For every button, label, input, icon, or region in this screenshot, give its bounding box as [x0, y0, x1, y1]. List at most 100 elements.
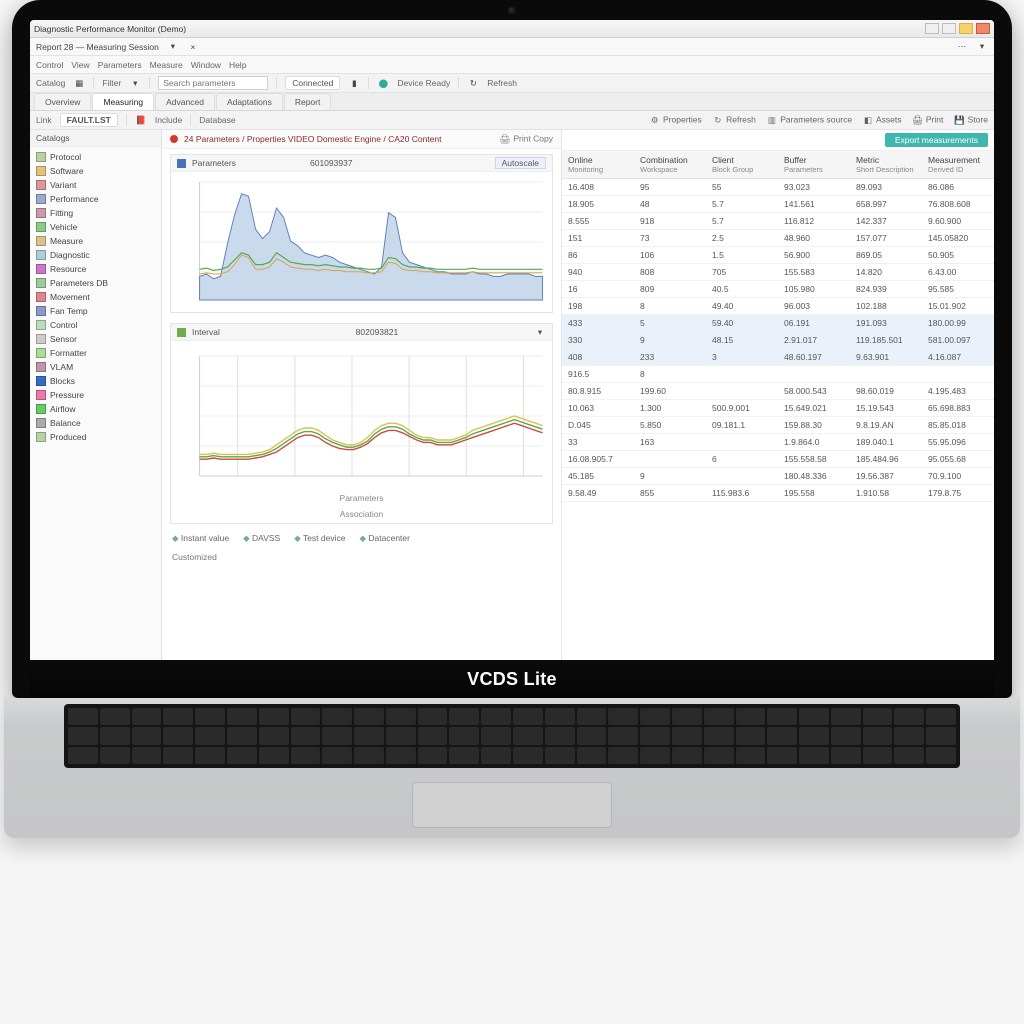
table-row[interactable]: 861061.556.900869.0550.905: [562, 247, 994, 264]
table-row[interactable]: 198849.4096.003102.18815.01.902: [562, 298, 994, 315]
sidebar-item[interactable]: Sensor: [32, 332, 159, 346]
center-footer: Customized: [162, 548, 561, 566]
docname[interactable]: FAULT.LST: [60, 113, 118, 127]
sidebar-item[interactable]: Pressure: [32, 388, 159, 402]
sidebar-item[interactable]: Variant: [32, 178, 159, 192]
sidebar-item[interactable]: Airflow: [32, 402, 159, 416]
tab-adaptations[interactable]: Adaptations: [216, 93, 283, 110]
menu-parameters[interactable]: Parameters: [98, 60, 142, 70]
sidebar-item[interactable]: Resource: [32, 262, 159, 276]
table-row[interactable]: 330948.152.91.017119.185.501581.00.097: [562, 332, 994, 349]
chevron-down-icon[interactable]: ▾: [976, 41, 988, 53]
table-row[interactable]: 9.58.49855115.983.6195.5581.910.58179.8.…: [562, 485, 994, 502]
datagrid-scroll[interactable]: OnlineMonitoringCombinationWorkspaceClie…: [562, 151, 994, 660]
table-row[interactable]: 1680940.5105.980824.93995.585: [562, 281, 994, 298]
tool-assets[interactable]: ◧ Assets: [862, 114, 901, 126]
table-row[interactable]: 16.08.905.76155.558.58185.484.9695.055.6…: [562, 451, 994, 468]
tool-store[interactable]: 💾 Store: [953, 114, 988, 126]
tab-report[interactable]: Report: [284, 93, 332, 110]
catalog-icon[interactable]: ▦: [73, 77, 85, 89]
window-help-button[interactable]: [959, 23, 973, 34]
sidebar-item[interactable]: Formatter: [32, 346, 159, 360]
table-cell: 65.698.883: [922, 400, 994, 417]
tool-print[interactable]: 🖨 Print: [911, 114, 943, 126]
table-row[interactable]: 940808705155.58314.8206.43.00: [562, 264, 994, 281]
column-header[interactable]: CombinationWorkspace: [634, 151, 706, 179]
menu-control[interactable]: Control: [36, 60, 63, 70]
table-cell: 3: [706, 349, 778, 366]
tool-properties[interactable]: ⚙ Properties: [649, 114, 702, 126]
close-icon[interactable]: ×: [187, 41, 199, 53]
tool-refresh[interactable]: ↻ Refresh: [712, 114, 756, 126]
panel-aux[interactable]: 🖨 Print Copy: [499, 133, 553, 145]
tab-overview[interactable]: Overview: [34, 93, 91, 110]
table-row[interactable]: 16.408955593.02389.09386.086: [562, 179, 994, 196]
sidebar-item[interactable]: Measure: [32, 234, 159, 248]
column-header[interactable]: ClientBlock Group: [706, 151, 778, 179]
book-icon[interactable]: 📕: [135, 114, 147, 126]
table-row[interactable]: 45.1859180.48.33619.56.38770.9.100: [562, 468, 994, 485]
window-titlebar[interactable]: Diagnostic Performance Monitor (Demo): [30, 20, 994, 38]
more-icon[interactable]: ⋯: [956, 41, 968, 53]
sidebar-item[interactable]: Fan Temp: [32, 304, 159, 318]
window-close-button[interactable]: [976, 23, 990, 34]
collapse-icon[interactable]: ▾: [534, 326, 546, 338]
column-header[interactable]: MeasurementDerived ID: [922, 151, 994, 179]
table-row[interactable]: 10.0631.300500.9.00115.649.02115.19.5436…: [562, 400, 994, 417]
chart-2[interactable]: [171, 341, 552, 491]
refresh-icon[interactable]: ↻: [467, 77, 479, 89]
table-row[interactable]: 18.905485.7141.561658.99776.808.608: [562, 196, 994, 213]
sidebar-item[interactable]: Balance: [32, 416, 159, 430]
table-row[interactable]: D.0455.85009.181.1159.88.309.8.19.AN85.8…: [562, 417, 994, 434]
color-swatch-icon: [36, 180, 46, 190]
table-row[interactable]: 331631.9.864.0189.040.155.95.096: [562, 434, 994, 451]
menu-view[interactable]: View: [71, 60, 89, 70]
sidebar-item[interactable]: Movement: [32, 290, 159, 304]
sidebar-item[interactable]: VLAM: [32, 360, 159, 374]
legend-item: Test device: [294, 533, 345, 544]
tab-measuring[interactable]: Measuring: [92, 93, 154, 110]
menu-help[interactable]: Help: [229, 60, 246, 70]
chevron-down-icon[interactable]: ▾: [129, 77, 141, 89]
table-cell: 95.055.68: [922, 451, 994, 468]
autoscale-pill[interactable]: Autoscale: [495, 157, 546, 169]
table-row[interactable]: 916.58: [562, 366, 994, 383]
sidebar-item-label: Variant: [50, 180, 76, 190]
table-row[interactable]: 151732.548.960157.077145.05820: [562, 230, 994, 247]
table-row[interactable]: 80.8.915199.6058.000.54398.60.0194.195.4…: [562, 383, 994, 400]
chart-1[interactable]: [171, 172, 552, 312]
window-minimize-button[interactable]: [925, 23, 939, 34]
sidebar-item-label: Airflow: [50, 404, 76, 414]
table-cell: [850, 366, 922, 383]
sidebar-item[interactable]: Blocks: [32, 374, 159, 388]
table-cell: 6: [706, 451, 778, 468]
sidebar-item[interactable]: Software: [32, 164, 159, 178]
window-maximize-button[interactable]: [942, 23, 956, 34]
connection-icon[interactable]: ⬤: [377, 77, 389, 89]
tab-advanced[interactable]: Advanced: [155, 93, 215, 110]
sidebar-item[interactable]: Diagnostic: [32, 248, 159, 262]
search-input[interactable]: [158, 76, 268, 90]
export-button[interactable]: Export measurements: [885, 133, 988, 147]
sidebar-item[interactable]: Protocol: [32, 150, 159, 164]
sidebar-item[interactable]: Produced: [32, 430, 159, 444]
column-header[interactable]: OnlineMonitoring: [562, 151, 634, 179]
refresh-label: Refresh: [487, 78, 517, 88]
column-header[interactable]: BufferParameters: [778, 151, 850, 179]
toolbar-primary: Catalog ▦ Filter ▾ Connected ▮ ⬤ Device …: [30, 74, 994, 93]
sidebar-item[interactable]: Control: [32, 318, 159, 332]
dropdown-icon[interactable]: ▾: [167, 41, 179, 53]
table-cell: 86.086: [922, 179, 994, 196]
table-row[interactable]: 8.5559185.7116.812142.3379.60.900: [562, 213, 994, 230]
table-row[interactable]: 433559.4006.191191.093180.00.99: [562, 315, 994, 332]
menu-window[interactable]: Window: [191, 60, 221, 70]
sidebar-item[interactable]: Parameters DB: [32, 276, 159, 290]
sidebar-item[interactable]: Vehicle: [32, 220, 159, 234]
column-header[interactable]: MetricShort Description: [850, 151, 922, 179]
sidebar-item[interactable]: Performance: [32, 192, 159, 206]
chart-2-header: Interval 802093821 ▾: [171, 324, 552, 341]
sidebar-item[interactable]: Fitting: [32, 206, 159, 220]
tool-parameters-source[interactable]: ▥ Parameters source: [766, 114, 852, 126]
menu-measure[interactable]: Measure: [150, 60, 183, 70]
table-row[interactable]: 408233348.60.1979.63.9014.16.087: [562, 349, 994, 366]
